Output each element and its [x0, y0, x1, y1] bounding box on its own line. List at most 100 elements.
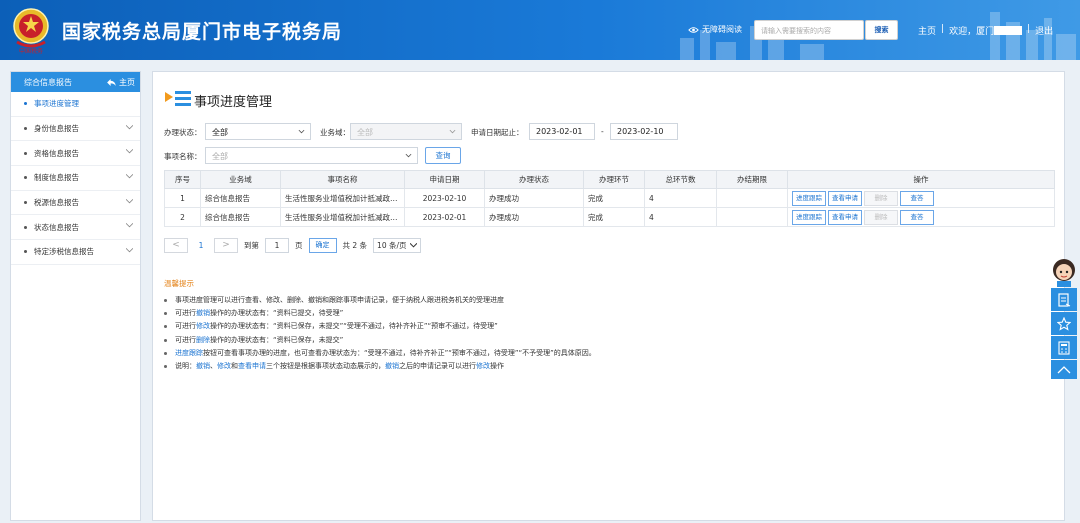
track-progress-button[interactable]: 进度跟踪: [792, 190, 826, 206]
cell-domain: 综合信息报告: [200, 207, 281, 227]
column-header: 业务域: [200, 170, 281, 189]
delete-button[interactable]: 删除: [864, 209, 898, 225]
tip-text: 说明：: [175, 362, 196, 371]
next-page-button[interactable]: >: [214, 238, 238, 253]
total-count: 共 2 条: [342, 241, 368, 250]
bullet-icon: [24, 250, 27, 254]
eye-icon: [688, 26, 699, 33]
cell-item: 生活性服务业增值税加计抵减政策声明: [280, 188, 405, 208]
tip-text: 之后的申请记录可以进行: [399, 362, 476, 371]
goto-page-input[interactable]: 1: [265, 238, 289, 253]
cell-domain: 综合信息报告: [200, 188, 281, 208]
cell-status: 办理成功: [484, 188, 584, 208]
progress-table: 序号 业务域 事项名称 申请日期 办理状态 办理环节 总环节数 办结期限 操作 …: [164, 170, 1055, 227]
page-number[interactable]: 1: [194, 241, 208, 250]
item-filter-select[interactable]: 全部: [205, 147, 418, 164]
tip-text: 可进行: [175, 335, 196, 344]
svg-text:中国税务: 中国税务: [19, 47, 43, 54]
check-answer-button[interactable]: 查答: [900, 190, 934, 206]
sidebar-item-progress[interactable]: 事项进度管理: [11, 92, 140, 117]
prev-page-button[interactable]: <: [164, 238, 188, 253]
logout-link[interactable]: 退出: [1035, 24, 1053, 37]
column-header: 办理状态: [484, 170, 584, 189]
sidebar-item-qualification[interactable]: 资格信息报告: [11, 141, 140, 167]
favorite-button[interactable]: [1051, 312, 1077, 335]
calculator-icon: [1058, 340, 1070, 355]
cell-total: 4: [644, 188, 717, 208]
query-button[interactable]: 查询: [425, 147, 461, 164]
goto-confirm-button[interactable]: 确定: [308, 238, 337, 253]
page-title: 事项进度管理: [194, 95, 273, 110]
back-to-top-button[interactable]: [1051, 360, 1077, 379]
tip-item: 可进行删除操作的办理状态有：“资料已保存，未提交”: [164, 334, 596, 347]
date-to-input[interactable]: 2023-02-10: [610, 123, 678, 140]
star-icon: [1057, 316, 1071, 331]
domain-filter-select[interactable]: 全部: [350, 123, 462, 140]
tip-text: 操作: [490, 362, 504, 371]
status-filter-select[interactable]: 全部: [205, 123, 311, 140]
view-application-button[interactable]: 查看申请: [828, 190, 862, 206]
sidebar-item-label: 特定涉税信息报告: [34, 247, 94, 257]
sidebar-item-system[interactable]: 制度信息报告: [11, 166, 140, 191]
cell-stage: 完成: [583, 207, 645, 227]
tip-item: 说明：撤销、修改和查看申请三个按钮是根据事项状态动态展示的，撤销之后的申请记录可…: [164, 360, 596, 373]
bullet-icon: [164, 351, 167, 355]
date-from-input[interactable]: 2023-02-01: [529, 123, 595, 140]
cell-deadline: [716, 207, 788, 227]
tip-text: 操作的办理状态有：“资料已保存，未提交”“受理不通过，待补齐补正”“预审不通过，…: [210, 322, 498, 331]
bullet-icon: [164, 338, 167, 342]
sidebar-item-special[interactable]: 特定涉税信息报告: [11, 240, 140, 265]
track-progress-button[interactable]: 进度跟踪: [792, 209, 826, 225]
home-link[interactable]: 主页: [918, 24, 936, 37]
status-filter-label: 办理状态：: [164, 128, 202, 137]
view-application-button[interactable]: 查看申请: [828, 209, 862, 225]
cell-deadline: [716, 188, 788, 208]
check-answer-button[interactable]: 查答: [900, 209, 934, 225]
tip-highlight: 修改: [476, 362, 490, 371]
column-header: 事项名称: [280, 170, 405, 189]
pagination: < 1 > 到第 1 页 确定 共 2 条 10 条/页: [164, 238, 421, 253]
chevron-down-icon: [126, 198, 133, 204]
tax-emblem-icon: 中国税务: [13, 8, 49, 54]
back-arrow-icon: [107, 78, 116, 86]
date-separator: -: [601, 127, 604, 136]
bullet-icon: [164, 325, 167, 329]
delete-button[interactable]: 删除: [864, 190, 898, 206]
table-header-row: 序号 业务域 事项名称 申请日期 办理状态 办理环节 总环节数 办结期限 操作: [164, 170, 1055, 189]
cell-status: 办理成功: [484, 207, 584, 227]
sidebar-home-link[interactable]: 主页: [107, 77, 135, 88]
chevron-down-icon: [126, 248, 133, 253]
calculator-button[interactable]: [1051, 336, 1077, 359]
cell-actions: 进度跟踪 查看申请 删除 查答: [787, 207, 1055, 227]
sidebar-item-status[interactable]: 状态信息报告: [11, 215, 140, 241]
item-filter-label: 事项名称：: [164, 152, 202, 161]
tip-text: 可进行: [175, 322, 196, 331]
column-header: 操作: [787, 170, 1055, 189]
sidebar-item-tax-source[interactable]: 税源信息报告: [11, 191, 140, 216]
cell-date: 2023-02-10: [404, 188, 485, 208]
bullet-icon: [164, 312, 167, 316]
search-button[interactable]: 搜索: [865, 20, 898, 40]
tip-highlight: 删除: [196, 335, 210, 344]
tip-highlight: 修改: [196, 322, 210, 331]
search-input[interactable]: 请输入需要搜索的内容: [754, 20, 864, 40]
tip-highlight: 修改: [217, 362, 231, 371]
cell-no: 1: [164, 188, 201, 208]
tip-highlight: 查看申请: [238, 362, 266, 371]
tip-text: 三个按钮是根据事项状态动态展示的，: [266, 362, 385, 371]
cell-total: 4: [644, 207, 717, 227]
sidebar-item-label: 税源信息报告: [34, 198, 79, 208]
page-size-select[interactable]: 10 条/页: [373, 238, 421, 253]
page-size-value: 10 条/页: [377, 241, 407, 250]
assistant-avatar-icon[interactable]: [1051, 257, 1077, 287]
form-button[interactable]: [1051, 288, 1077, 311]
column-header: 办理环节: [583, 170, 645, 189]
bullet-icon: [24, 225, 27, 229]
accessibility-link[interactable]: 无障碍阅读: [688, 24, 742, 35]
sidebar-item-identity[interactable]: 身份信息报告: [11, 117, 140, 142]
chevron-down-icon: [126, 174, 133, 179]
tip-highlight: 撤销: [196, 362, 210, 371]
sidebar-header: 综合信息报告 主页: [11, 72, 140, 92]
column-header: 序号: [164, 170, 201, 189]
domain-filter-value: 全部: [357, 128, 373, 137]
